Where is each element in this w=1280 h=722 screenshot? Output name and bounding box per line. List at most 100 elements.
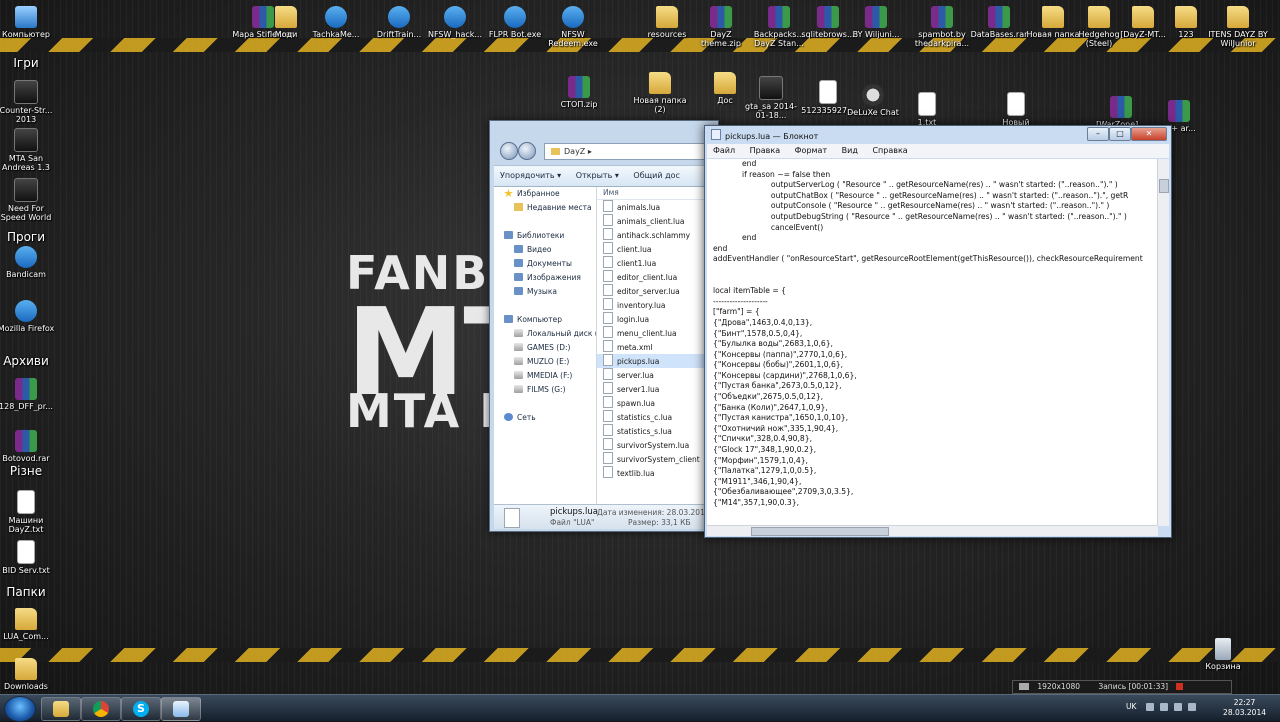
file-row[interactable]: editor_client.lua: [597, 270, 718, 284]
menu-view[interactable]: Вид: [836, 144, 864, 158]
file-row[interactable]: antihack.schlammy: [597, 228, 718, 242]
file-row[interactable]: spawn.lua: [597, 396, 718, 410]
file-row[interactable]: textlib.lua: [597, 466, 718, 480]
desktop-icon[interactable]: TachkaMe...: [305, 6, 367, 39]
nav-item[interactable]: MUZLO (E:): [494, 355, 596, 369]
menu-format[interactable]: Формат: [789, 144, 833, 158]
file-row[interactable]: survivorSystem_client: [597, 452, 718, 466]
horizontal-scrollbar[interactable]: [707, 525, 1158, 536]
desktop-icon[interactable]: spambot.by thedarkpira...: [911, 6, 973, 48]
language-indicator[interactable]: UK: [1126, 702, 1136, 711]
network-icon[interactable]: [1160, 703, 1168, 711]
file-row[interactable]: animals.lua: [597, 200, 718, 214]
tray-arrow-icon[interactable]: [1146, 703, 1154, 711]
file-row[interactable]: survivorSystem.lua: [597, 438, 718, 452]
nav-item[interactable]: MMEDIA (F:): [494, 369, 596, 383]
desktop-icon[interactable]: gta_sa 2014-01-18...: [740, 76, 802, 120]
desktop-icon[interactable]: Машини DayZ.txt: [0, 490, 57, 534]
minimize-button[interactable]: –: [1087, 127, 1109, 141]
notepad-window[interactable]: pickups.lua — Блокнот – □ ✕ Файл Правка Фо…: [704, 125, 1172, 538]
nav-item[interactable]: Сеть: [494, 411, 596, 425]
nav-item[interactable]: Документы: [494, 257, 596, 271]
share-button[interactable]: Общий дос: [627, 166, 686, 186]
vertical-scrollbar[interactable]: [1157, 159, 1169, 526]
organize-button[interactable]: Упорядочить ▾: [494, 166, 567, 186]
desktop-icon[interactable]: DriftTrain...: [368, 6, 430, 39]
desktop-icon[interactable]: FLPR Bot.exe: [484, 6, 546, 39]
start-button[interactable]: [4, 696, 36, 722]
open-button[interactable]: Открыть ▾: [570, 166, 625, 186]
nav-item[interactable]: Локальный диск (C: [494, 327, 596, 341]
desktop-icon[interactable]: LUA_Com...: [0, 608, 57, 641]
desktop-icon[interactable]: BID Serv.txt: [0, 540, 57, 575]
file-name: meta.xml: [617, 343, 653, 352]
desktop-icon[interactable]: resources: [636, 6, 698, 39]
file-row[interactable]: client1.lua: [597, 256, 718, 270]
file-row[interactable]: statistics_c.lua: [597, 410, 718, 424]
desktop-icon[interactable]: Need For Speed World: [0, 178, 57, 222]
taskbar-explorer-button[interactable]: [41, 697, 81, 721]
file-row[interactable]: server1.lua: [597, 382, 718, 396]
file-row[interactable]: animals_client.lua: [597, 214, 718, 228]
desktop-icon[interactable]: BY Wiljuni...: [845, 6, 907, 39]
nav-item[interactable]: Видео: [494, 243, 596, 257]
nav-item[interactable]: GAMES (D:): [494, 341, 596, 355]
desktop-icon[interactable]: СТОП.zip: [548, 76, 610, 109]
desktop-icon[interactable]: DataBases.rar: [968, 6, 1030, 39]
desktop-icon[interactable]: Компьютер: [0, 6, 57, 39]
nav-item[interactable]: Недавние места: [494, 201, 596, 215]
taskbar-chrome-button[interactable]: [81, 697, 121, 721]
maximize-button[interactable]: □: [1109, 127, 1131, 141]
file-row[interactable]: menu_client.lua: [597, 326, 718, 340]
vertical-scroll-thumb[interactable]: [1159, 179, 1169, 193]
menu-file[interactable]: Файл: [707, 144, 741, 158]
desktop-icon[interactable]: DeLuXe Chat: [842, 84, 904, 117]
record-stop-icon[interactable]: [1176, 683, 1184, 690]
desktop-icon[interactable]: Bandicam: [0, 246, 57, 279]
desktop-icon[interactable]: 1.txt: [896, 92, 958, 127]
close-button[interactable]: ✕: [1131, 127, 1167, 141]
recycle-bin[interactable]: Корзина: [1192, 638, 1254, 671]
file-row[interactable]: editor_server.lua: [597, 284, 718, 298]
forward-button[interactable]: [518, 142, 536, 160]
desktop-icon[interactable]: DayZ theme.zip: [690, 6, 752, 48]
menu-edit[interactable]: Правка: [744, 144, 786, 158]
nav-item[interactable]: Библиотеки: [494, 229, 596, 243]
horizontal-scroll-thumb[interactable]: [751, 527, 889, 536]
desktop-icon[interactable]: MTA San Andreas 1.3: [0, 128, 57, 172]
taskbar-notepad-button[interactable]: [161, 697, 201, 721]
desktop-icon[interactable]: Downloads: [0, 658, 57, 691]
file-row[interactable]: login.lua: [597, 312, 718, 326]
clock[interactable]: 22:27 28.03.2014: [1223, 698, 1266, 718]
desktop-icon[interactable]: Mozilla Firefox: [0, 300, 57, 333]
desktop-icon[interactable]: ITENS DAYZ BY WilJunior: [1207, 6, 1269, 48]
back-button[interactable]: [500, 142, 518, 160]
desktop-icon[interactable]: Новая папка (2): [629, 72, 691, 114]
desktop-icon[interactable]: Counter-Str... 2013: [0, 80, 57, 124]
menu-help[interactable]: Справка: [866, 144, 913, 158]
volume-icon[interactable]: [1174, 703, 1182, 711]
desktop-icon[interactable]: NFSW Redeem.exe: [542, 6, 604, 48]
file-icon: [603, 270, 613, 282]
file-row[interactable]: client.lua: [597, 242, 718, 256]
flag-icon[interactable]: [1188, 703, 1196, 711]
nav-item[interactable]: Изображения: [494, 271, 596, 285]
nav-item[interactable]: Компьютер: [494, 313, 596, 327]
explorer-window[interactable]: DayZ ▸ Упорядочить ▾ Открыть ▾ Общий дос…: [489, 120, 722, 532]
desktop-icon[interactable]: Botovod.rar: [0, 430, 57, 463]
file-row[interactable]: statistics_s.lua: [597, 424, 718, 438]
file-row[interactable]: inventory.lua: [597, 298, 718, 312]
file-row[interactable]: meta.xml: [597, 340, 718, 354]
column-header-name[interactable]: Имя: [597, 187, 718, 200]
nav-item[interactable]: Музыка: [494, 285, 596, 299]
file-row[interactable]: pickups.lua: [597, 354, 718, 368]
star-icon: [504, 189, 513, 197]
file-row[interactable]: server.lua: [597, 368, 718, 382]
desktop-icon[interactable]: NFSW_hack...: [424, 6, 486, 39]
nav-item[interactable]: FILMS (G:): [494, 383, 596, 397]
notepad-text-area[interactable]: end if reason ~= false then outputServer…: [707, 159, 1158, 526]
taskbar-skype-button[interactable]: S: [121, 697, 161, 721]
address-bar[interactable]: DayZ ▸: [544, 143, 718, 160]
nav-item[interactable]: Избранное: [494, 187, 596, 201]
desktop-icon[interactable]: 128_DFF_pr...: [0, 378, 57, 411]
